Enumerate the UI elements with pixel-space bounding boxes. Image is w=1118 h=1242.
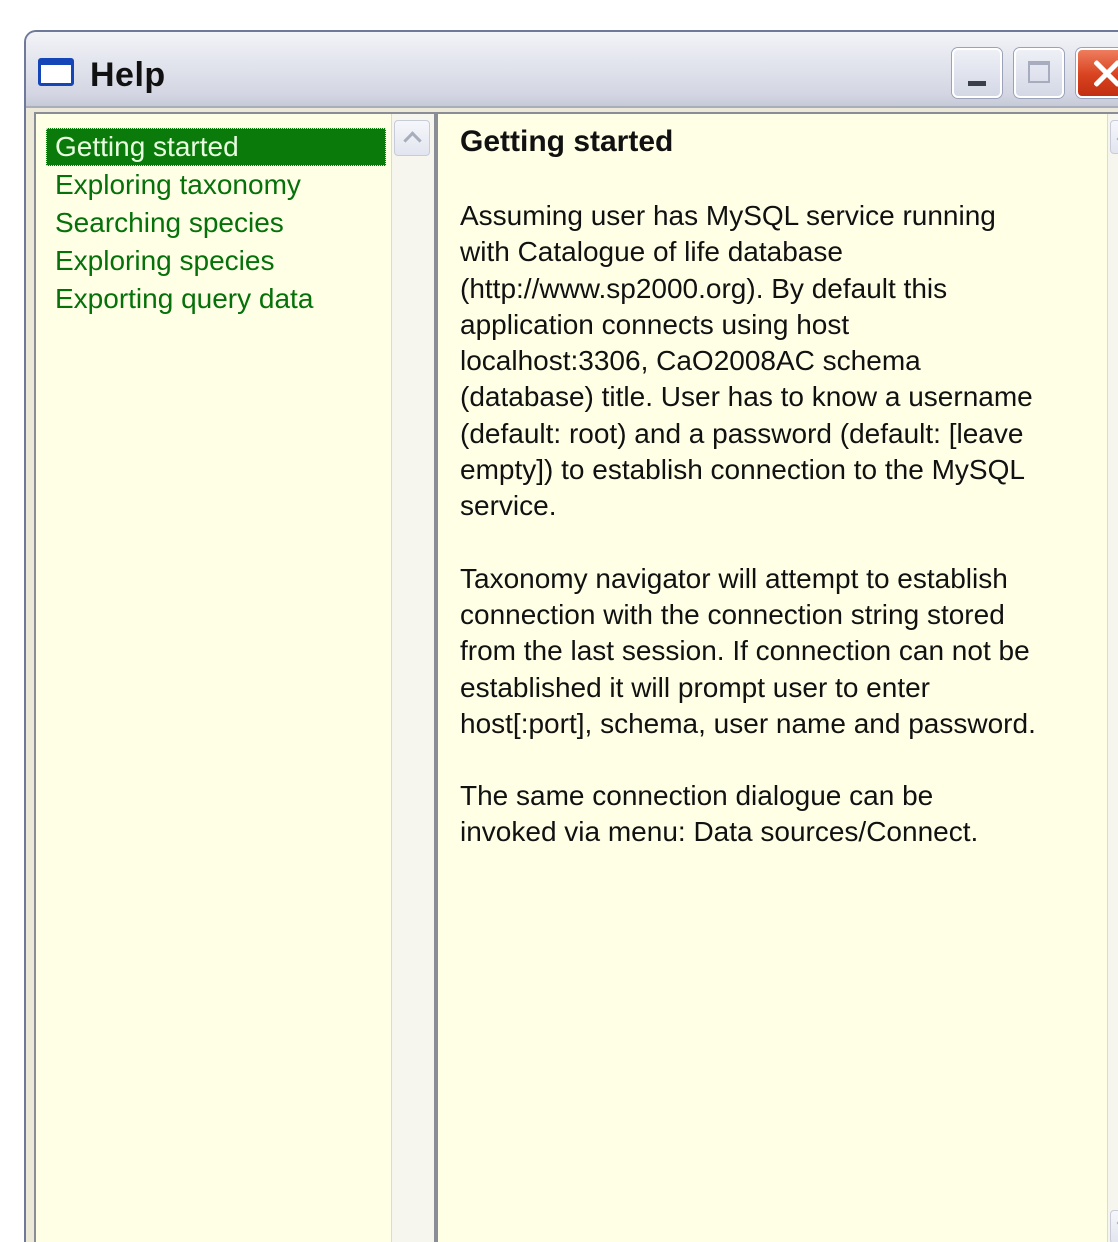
window-title: Help bbox=[90, 56, 166, 94]
scroll-up-arrow-icon[interactable] bbox=[394, 120, 430, 156]
topic-item-searching-species[interactable]: Searching species bbox=[46, 204, 386, 242]
scroll-up-arrow-icon[interactable] bbox=[1110, 120, 1118, 154]
window-icon bbox=[38, 58, 74, 86]
content-scrollbar[interactable] bbox=[1107, 114, 1118, 1242]
topic-item-exploring-species[interactable]: Exploring species bbox=[46, 242, 386, 280]
topic-item-exploring-taxonomy[interactable]: Exploring taxonomy bbox=[46, 166, 386, 204]
maximize-icon[interactable] bbox=[1014, 48, 1064, 98]
help-content: Getting started Assuming user has MySQL … bbox=[460, 122, 1100, 887]
minimize-icon[interactable] bbox=[952, 48, 1002, 98]
title-bar[interactable]: Help bbox=[26, 32, 1118, 108]
content-paragraph: Assuming user has MySQL service running … bbox=[460, 200, 1033, 522]
topic-list-scrollbar[interactable] bbox=[391, 114, 434, 1242]
topic-list-pane: Getting started Exploring taxonomy Searc… bbox=[34, 112, 436, 1242]
topic-item-exporting-query-data[interactable]: Exporting query data bbox=[46, 280, 386, 318]
help-window: Help Getting started Exploring taxonomy … bbox=[24, 30, 1118, 1242]
content-paragraph: The same connection dialogue can be invo… bbox=[460, 780, 979, 848]
topic-item-getting-started[interactable]: Getting started bbox=[46, 128, 386, 166]
close-icon[interactable] bbox=[1076, 48, 1118, 98]
content-title: Getting started bbox=[460, 125, 674, 158]
content-paragraph: Taxonomy navigator will attempt to estab… bbox=[460, 562, 1036, 739]
scroll-down-arrow-icon[interactable] bbox=[1110, 1210, 1118, 1242]
help-content-pane: Getting started Assuming user has MySQL … bbox=[436, 112, 1118, 1242]
topic-list: Getting started Exploring taxonomy Searc… bbox=[46, 128, 386, 318]
